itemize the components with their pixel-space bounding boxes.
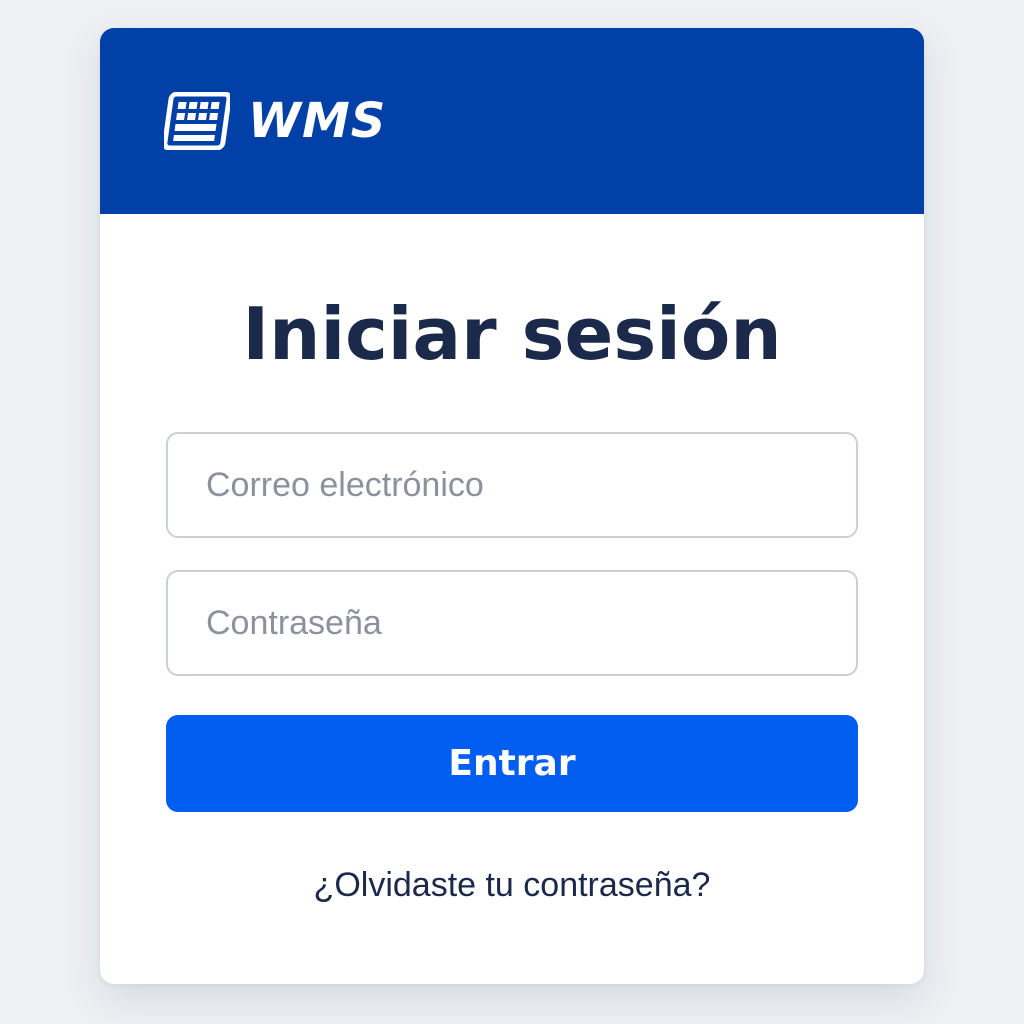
login-card: WMS Iniciar sesión Entrar ¿Olvidaste tu … [100, 28, 924, 984]
brand-name: WMS [248, 93, 387, 149]
password-input[interactable] [166, 570, 858, 676]
keyboard-icon [164, 92, 230, 150]
email-input[interactable] [166, 432, 858, 538]
login-button[interactable]: Entrar [166, 715, 858, 812]
page-title: Iniciar sesión [242, 292, 782, 376]
brand-logo: WMS [164, 92, 386, 150]
brand-header: WMS [100, 28, 924, 214]
forgot-password-link[interactable]: ¿Olvidaste tu contraseña? [100, 866, 924, 905]
